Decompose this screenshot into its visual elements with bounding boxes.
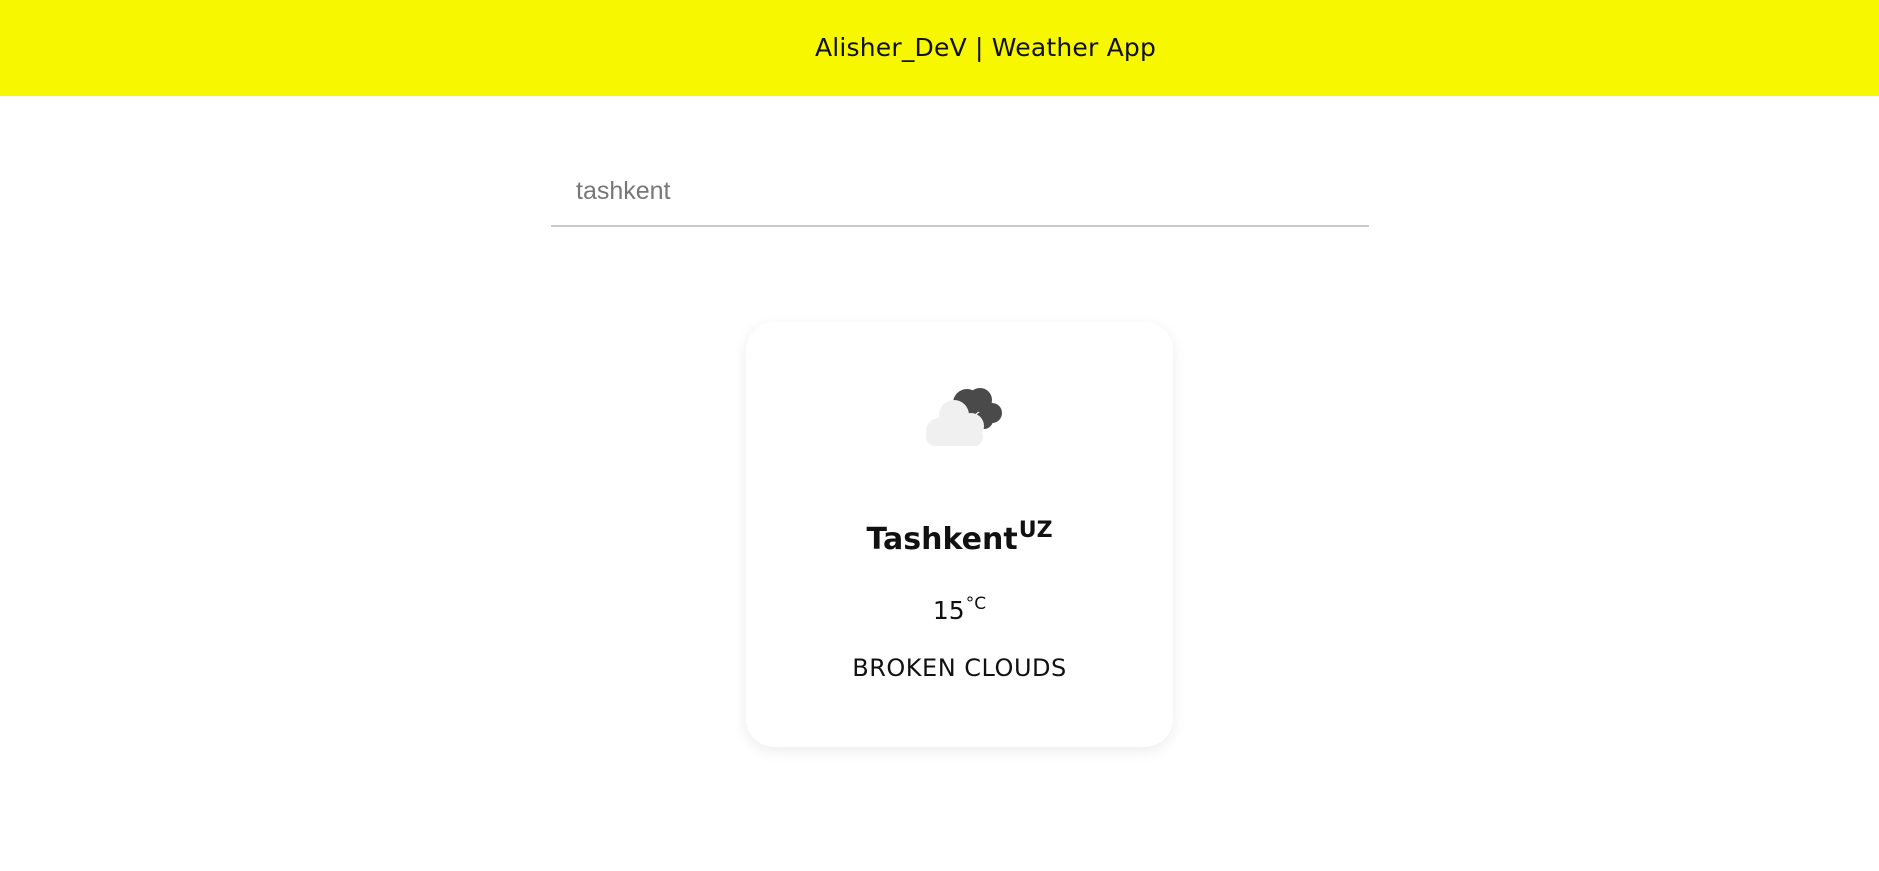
city-label: Tashkent [866,522,1018,557]
country-code: UZ [1018,518,1053,543]
app-header: Alisher_DeV | Weather App [0,0,1879,96]
temperature: 15°C [746,594,1173,625]
search-input[interactable] [551,157,1369,225]
temperature-unit: °C [965,594,987,614]
app-title: Alisher_DeV | Weather App [814,32,1157,62]
search-bar[interactable] [551,157,1369,227]
weather-description: BROKEN CLOUDS [852,654,1067,682]
city-name: TashkentUZ [746,518,1173,557]
weather-card: TashkentUZ 15°C BROKEN CLOUDS [746,322,1173,747]
broken-clouds-icon [926,388,1002,446]
temperature-value: 15 [932,596,965,625]
